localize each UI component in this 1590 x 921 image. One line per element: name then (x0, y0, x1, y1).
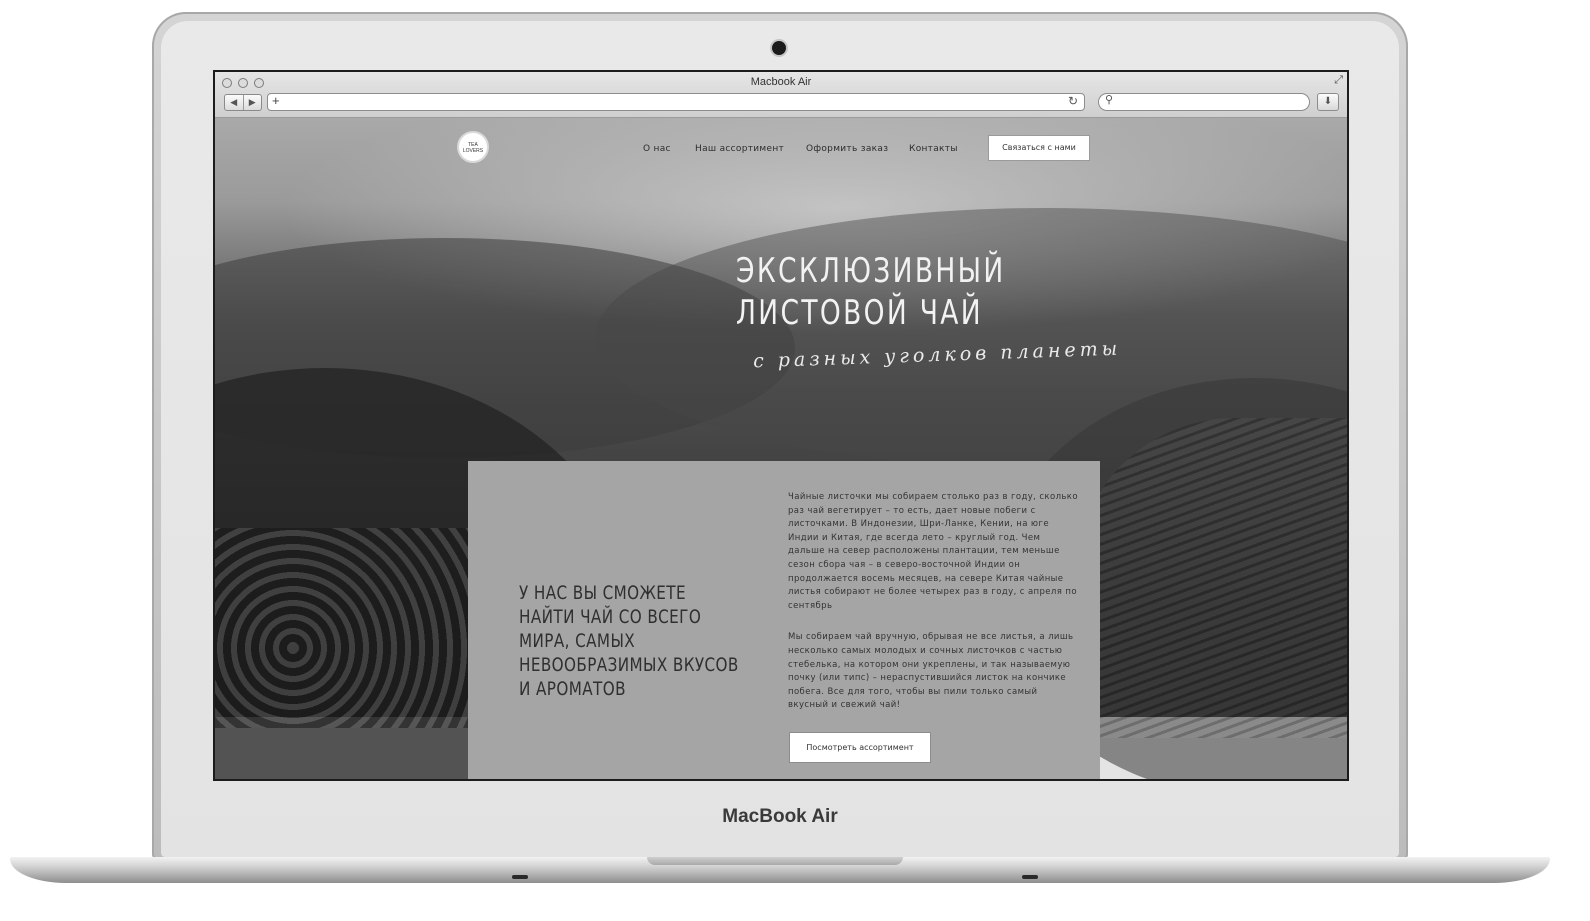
address-bar[interactable]: + ↻ (267, 93, 1085, 111)
forward-icon[interactable]: ▶ (242, 95, 262, 110)
laptop-foot-right (1022, 875, 1038, 879)
site-logo[interactable]: TEA LOVERS (457, 131, 489, 163)
reload-icon[interactable]: ↻ (1068, 94, 1078, 108)
contact-us-button[interactable]: Связаться с нами (988, 135, 1090, 161)
card-heading: У нас вы сможете найти чай со всего мира… (519, 582, 739, 700)
camera-icon (772, 41, 786, 55)
browser-toolbar: Macbook Air ⤢ ◀ ▶ + ↻ ⚲ ⬇ (215, 72, 1347, 118)
add-bookmark-icon[interactable]: + (272, 93, 280, 108)
about-card: У нас вы сможете найти чай со всего мира… (468, 461, 1100, 779)
nav-contacts[interactable]: Контакты (909, 144, 958, 154)
hero-title-line-2: ЛИСТОВОЙ ЧАЙ (736, 293, 983, 333)
card-paragraph-2: Мы собираем чай вручную, обрывая не все … (788, 632, 1074, 711)
hero-tea-leaves (215, 528, 475, 728)
nav-order[interactable]: Оформить заказ (806, 144, 888, 154)
back-icon[interactable]: ◀ (225, 95, 243, 110)
hero-title-line-1: ЭКСКЛЮЗИВНЫЙ (736, 251, 1006, 291)
fullscreen-icon[interactable]: ⤢ (1334, 74, 1343, 87)
device-brand-label: MacBook Air (722, 806, 838, 827)
card-paragraph-1: Чайные листочки мы собираем столько раз … (788, 492, 1078, 611)
web-page: TEA LOVERS О нас Наш ассортимент Оформит… (215, 118, 1347, 779)
downloads-icon[interactable]: ⬇ (1317, 93, 1339, 111)
laptop-hinge-notch (647, 857, 903, 865)
laptop-foot-left (512, 875, 528, 879)
card-description: Чайные листочки мы собираем столько раз … (788, 491, 1078, 731)
search-field[interactable]: ⚲ (1098, 93, 1310, 111)
view-assortment-button[interactable]: Посмотреть ассортимент (789, 732, 931, 763)
nav-about[interactable]: О нас (643, 144, 671, 154)
search-icon: ⚲ (1105, 94, 1114, 106)
history-buttons: ◀ ▶ (224, 94, 262, 111)
hero-title: ЭКСКЛЮЗИВНЫЙ ЛИСТОВОЙ ЧАЙ (736, 250, 1006, 334)
window-title: Macbook Air (750, 76, 812, 88)
laptop-screen: Macbook Air ⤢ ◀ ▶ + ↻ ⚲ ⬇ TEA LOVERS О н… (213, 70, 1349, 781)
nav-assortment[interactable]: Наш ассортимент (695, 144, 784, 154)
logo-line-2: LOVERS (462, 148, 484, 154)
